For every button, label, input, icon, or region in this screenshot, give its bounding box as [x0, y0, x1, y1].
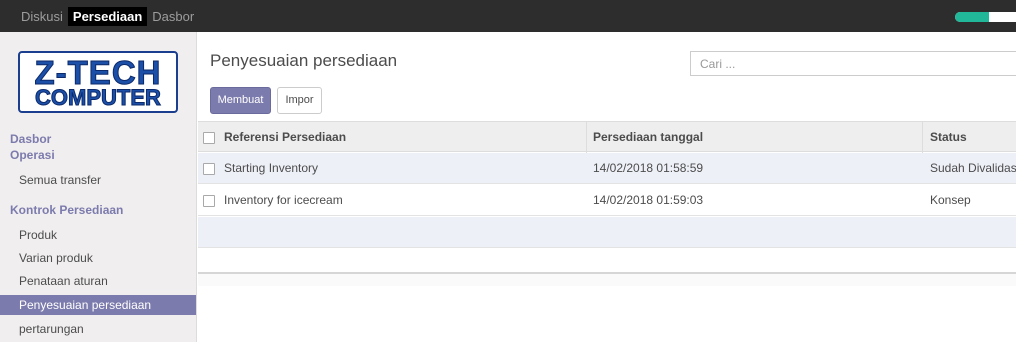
- main-content: Penyesuaian persediaan Cari ... Membuat …: [198, 32, 1016, 342]
- top-navbar: Diskusi Persediaan Dasbor: [0, 0, 1016, 32]
- sidebar-item-penataan-aturan[interactable]: Penataan aturan: [0, 271, 196, 291]
- cell-reference: Starting Inventory: [224, 161, 319, 175]
- sidebar-item-produk[interactable]: Produk: [0, 225, 196, 245]
- column-header-date[interactable]: Persediaan tanggal: [593, 122, 703, 153]
- search-placeholder: Cari ...: [700, 57, 736, 71]
- sidebar-item-pertarungan[interactable]: pertarungan: [0, 319, 196, 339]
- column-divider: [922, 122, 923, 153]
- row-checkbox[interactable]: [203, 195, 215, 207]
- sidebar: Z-TECH COMPUTER Dasbor Operasi Semua tra…: [0, 32, 197, 342]
- sidebar-section-operasi: Operasi: [10, 148, 55, 162]
- menu-diskusi[interactable]: Diskusi: [16, 7, 68, 26]
- search-input[interactable]: Cari ...: [690, 51, 1016, 76]
- progress-bar: [955, 12, 1016, 22]
- menu-dasbor[interactable]: Dasbor: [147, 7, 199, 26]
- column-header-status[interactable]: Status: [930, 122, 967, 153]
- sidebar-section-kontrol: Kontrok Persediaan: [10, 203, 124, 217]
- import-button[interactable]: Impor: [277, 87, 322, 114]
- empty-row: [198, 217, 1016, 248]
- select-all-checkbox[interactable]: [203, 132, 215, 144]
- logo-line-2: COMPUTER: [35, 85, 162, 110]
- company-logo[interactable]: Z-TECH COMPUTER: [18, 51, 178, 113]
- table-footer: [198, 272, 1016, 286]
- cell-status: Konsep: [930, 193, 971, 207]
- column-divider: [586, 122, 587, 153]
- column-header-reference[interactable]: Referensi Persediaan: [224, 122, 346, 153]
- row-checkbox[interactable]: [203, 163, 215, 175]
- progress-fill: [955, 12, 989, 22]
- menu-persediaan[interactable]: Persediaan: [67, 7, 148, 26]
- sidebar-item-penyesuaian-persediaan[interactable]: Penyesuaian persediaan: [0, 295, 196, 315]
- cell-status: Sudah Divalidasi: [930, 161, 1016, 175]
- sidebar-item-semua-transfer[interactable]: Semua transfer: [0, 170, 196, 190]
- create-button[interactable]: Membuat: [210, 87, 271, 114]
- cell-date: 14/02/2018 01:58:59: [593, 161, 704, 175]
- table-row[interactable]: Inventory for icecream 14/02/2018 01:59:…: [198, 185, 1016, 216]
- page-title: Penyesuaian persediaan: [210, 51, 398, 70]
- sidebar-item-varian-produk[interactable]: Varian produk: [0, 248, 196, 268]
- top-menu: Diskusi Persediaan Dasbor: [16, 7, 199, 26]
- sidebar-item-dasbor[interactable]: Dasbor: [10, 132, 51, 146]
- table-header: Referensi Persediaan Persediaan tanggal …: [198, 121, 1016, 153]
- table-row[interactable]: Starting Inventory 14/02/2018 01:58:59 S…: [198, 153, 1016, 184]
- cell-date: 14/02/2018 01:59:03: [593, 193, 704, 207]
- cell-reference: Inventory for icecream: [224, 193, 343, 207]
